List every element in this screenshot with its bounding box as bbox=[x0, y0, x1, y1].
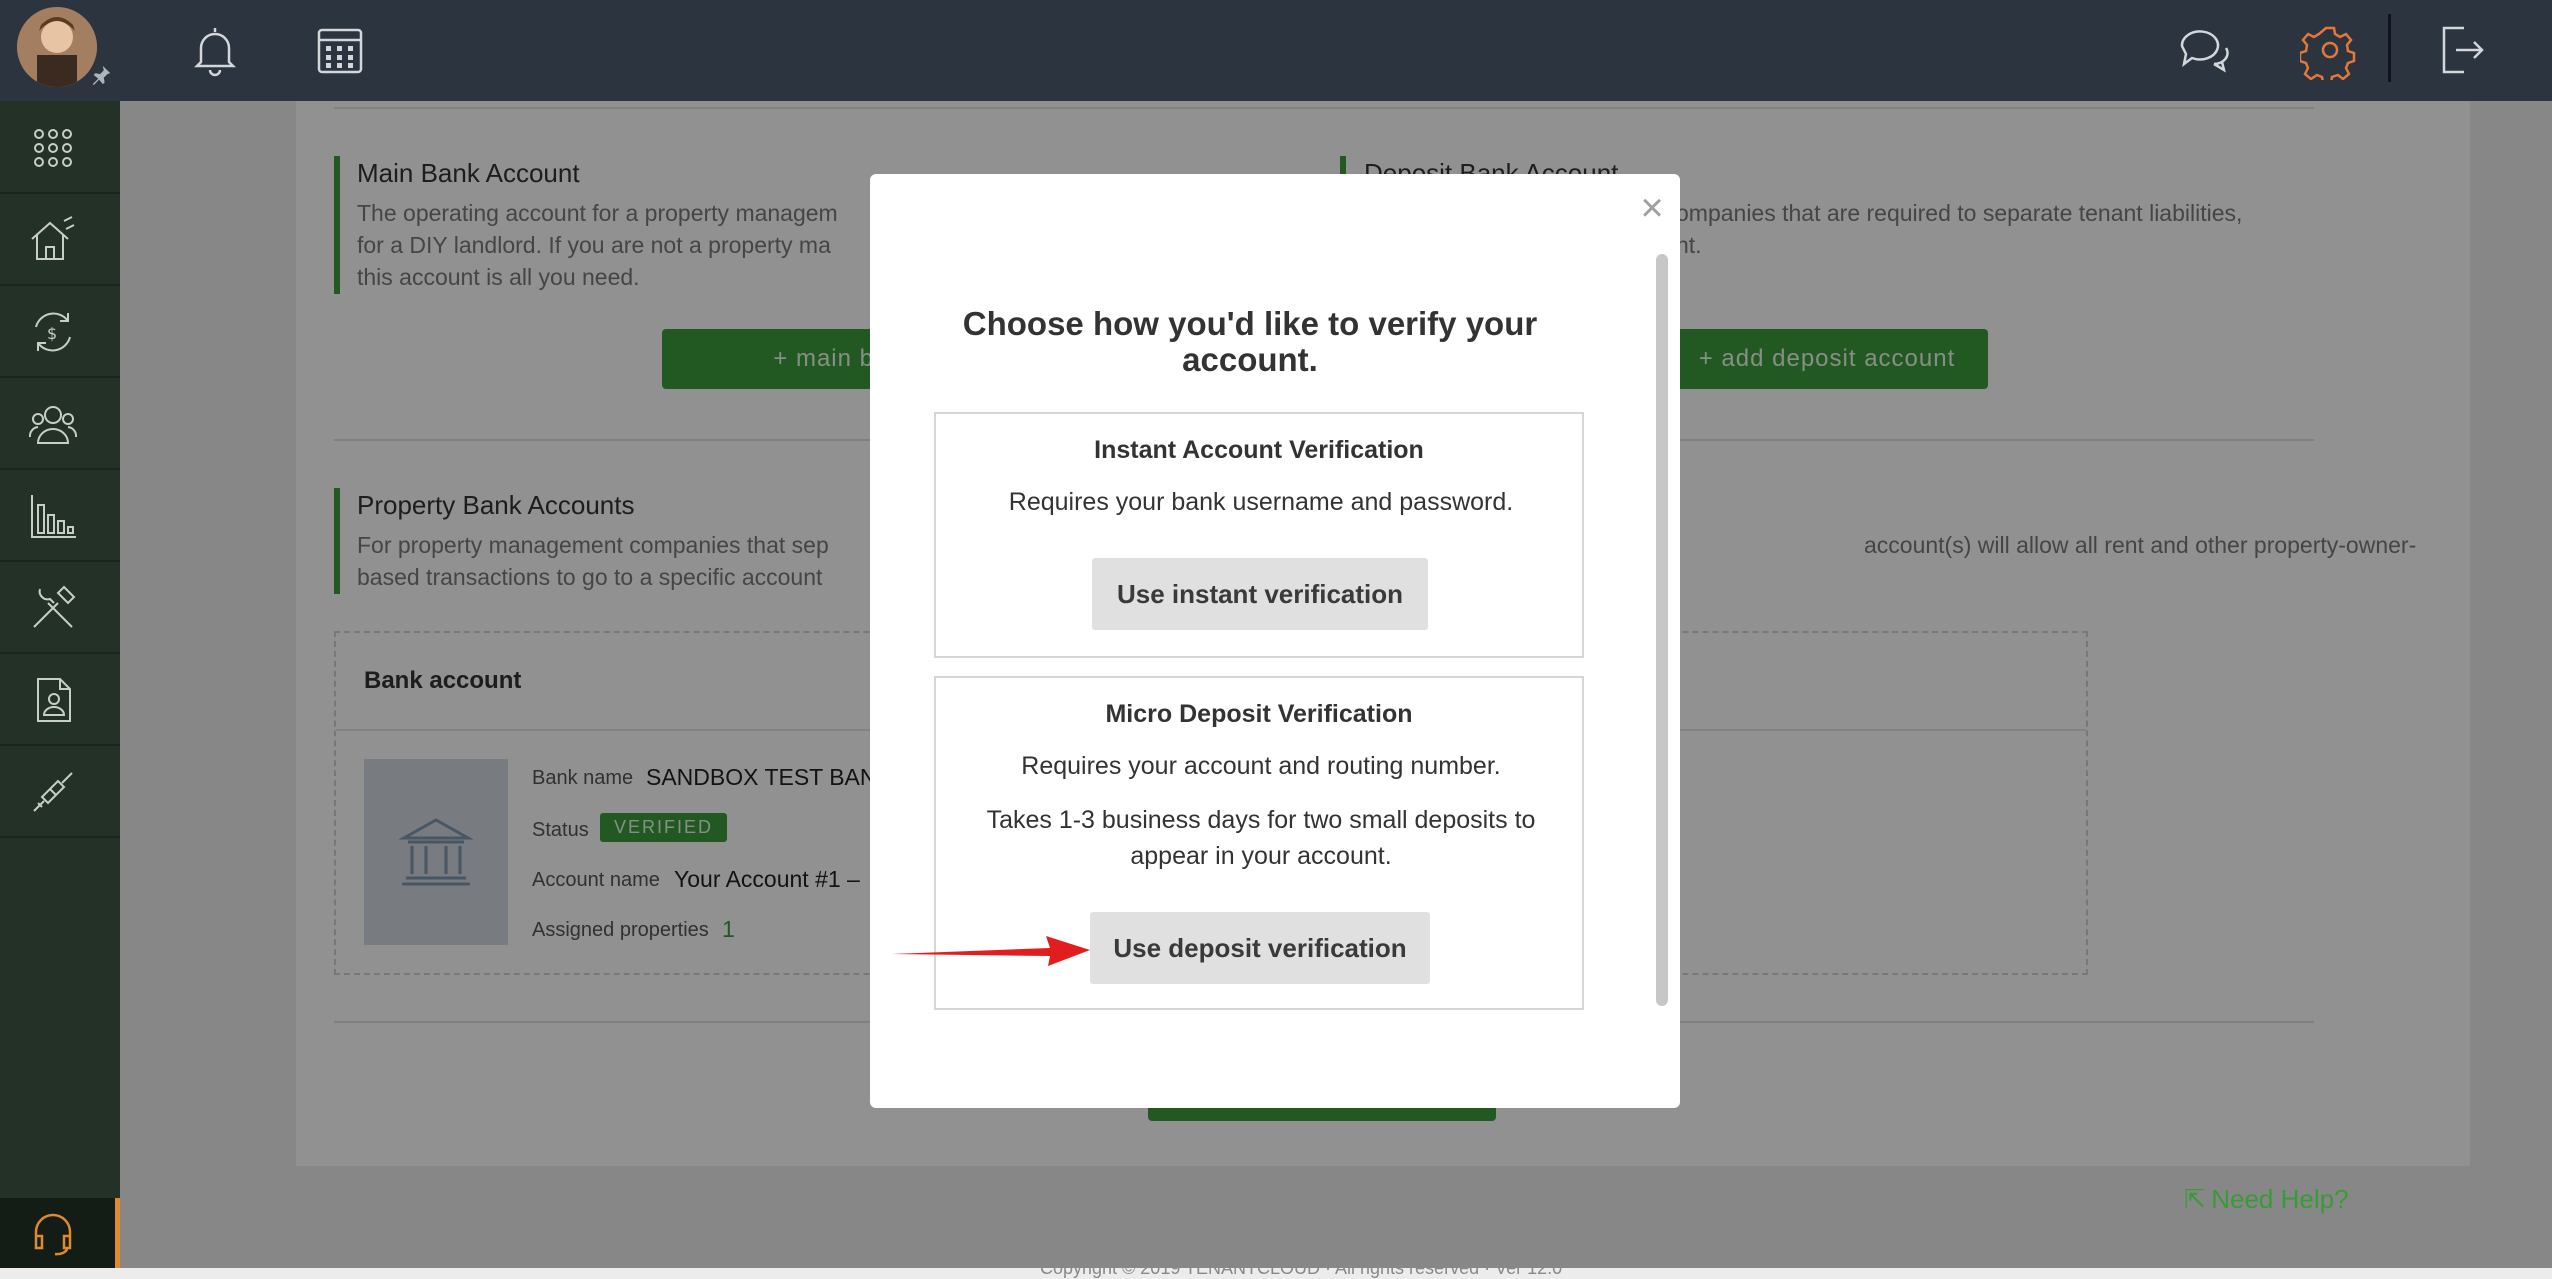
copyright-footer: Copyright © 2019 TENANTCLOUD · All right… bbox=[1040, 1258, 1563, 1278]
headset-icon bbox=[34, 1213, 72, 1256]
bell-icon[interactable] bbox=[185, 20, 245, 80]
instant-verification-title: Instant Account Verification bbox=[1094, 436, 1424, 464]
payments-icon: $ bbox=[35, 312, 71, 352]
need-help-link[interactable]: ⇱ Need Help? bbox=[2184, 1184, 2349, 1215]
close-icon[interactable]: × bbox=[1632, 188, 1672, 228]
micro-deposit-verification-title: Micro Deposit Verification bbox=[1105, 700, 1413, 728]
sidebar: $ bbox=[0, 101, 120, 1268]
sidebar-item-integrations[interactable] bbox=[0, 745, 120, 838]
logout-icon[interactable] bbox=[2430, 20, 2490, 80]
use-deposit-verification-button[interactable]: Use deposit verification bbox=[1090, 912, 1430, 984]
calendar-icon[interactable] bbox=[310, 20, 370, 80]
micro-deposit-verification-text-2: Takes 1-3 business days for two small de… bbox=[986, 806, 1536, 870]
applicant-icon bbox=[37, 678, 71, 722]
modal-title: Choose how you'd like to verify your acc… bbox=[962, 305, 1538, 378]
reports-icon bbox=[31, 495, 76, 538]
properties-icon bbox=[31, 216, 75, 260]
integrations-icon bbox=[33, 772, 73, 812]
sidebar-item-apps[interactable] bbox=[0, 101, 120, 194]
gear-icon[interactable] bbox=[2300, 20, 2360, 80]
sidebar-item-people[interactable] bbox=[0, 377, 120, 470]
need-help-label: Need Help? bbox=[2211, 1184, 2349, 1214]
svg-text:$: $ bbox=[47, 324, 57, 343]
maintenance-icon bbox=[33, 585, 76, 628]
people-icon bbox=[28, 406, 78, 444]
instant-verification-text: Requires your bank username and password… bbox=[1008, 488, 1514, 516]
red-arrow-annotation bbox=[892, 936, 1090, 966]
sidebar-item-applicant[interactable] bbox=[0, 653, 120, 746]
pin-icon[interactable] bbox=[90, 64, 112, 86]
chat-icon[interactable] bbox=[2174, 20, 2234, 80]
modal-scrollbar-thumb[interactable] bbox=[1656, 254, 1668, 1006]
user-avatar[interactable] bbox=[17, 7, 97, 87]
topbar-separator bbox=[2388, 14, 2391, 82]
apps-grid-icon bbox=[34, 129, 72, 167]
sidebar-item-payments[interactable]: $ bbox=[0, 285, 120, 378]
top-bar bbox=[0, 0, 2552, 101]
sidebar-item-properties[interactable] bbox=[0, 193, 120, 286]
sidebar-item-maintenance[interactable] bbox=[0, 561, 120, 654]
micro-deposit-verification-text-1: Requires your account and routing number… bbox=[1021, 752, 1501, 780]
support-button[interactable] bbox=[0, 1198, 120, 1268]
sidebar-item-reports[interactable] bbox=[0, 469, 120, 562]
arrow-up-left-icon: ⇱ bbox=[2184, 1184, 2206, 1214]
use-instant-verification-button[interactable]: Use instant verification bbox=[1092, 558, 1428, 630]
instant-verification-option: Instant Account Verification Requires yo… bbox=[934, 412, 1584, 658]
